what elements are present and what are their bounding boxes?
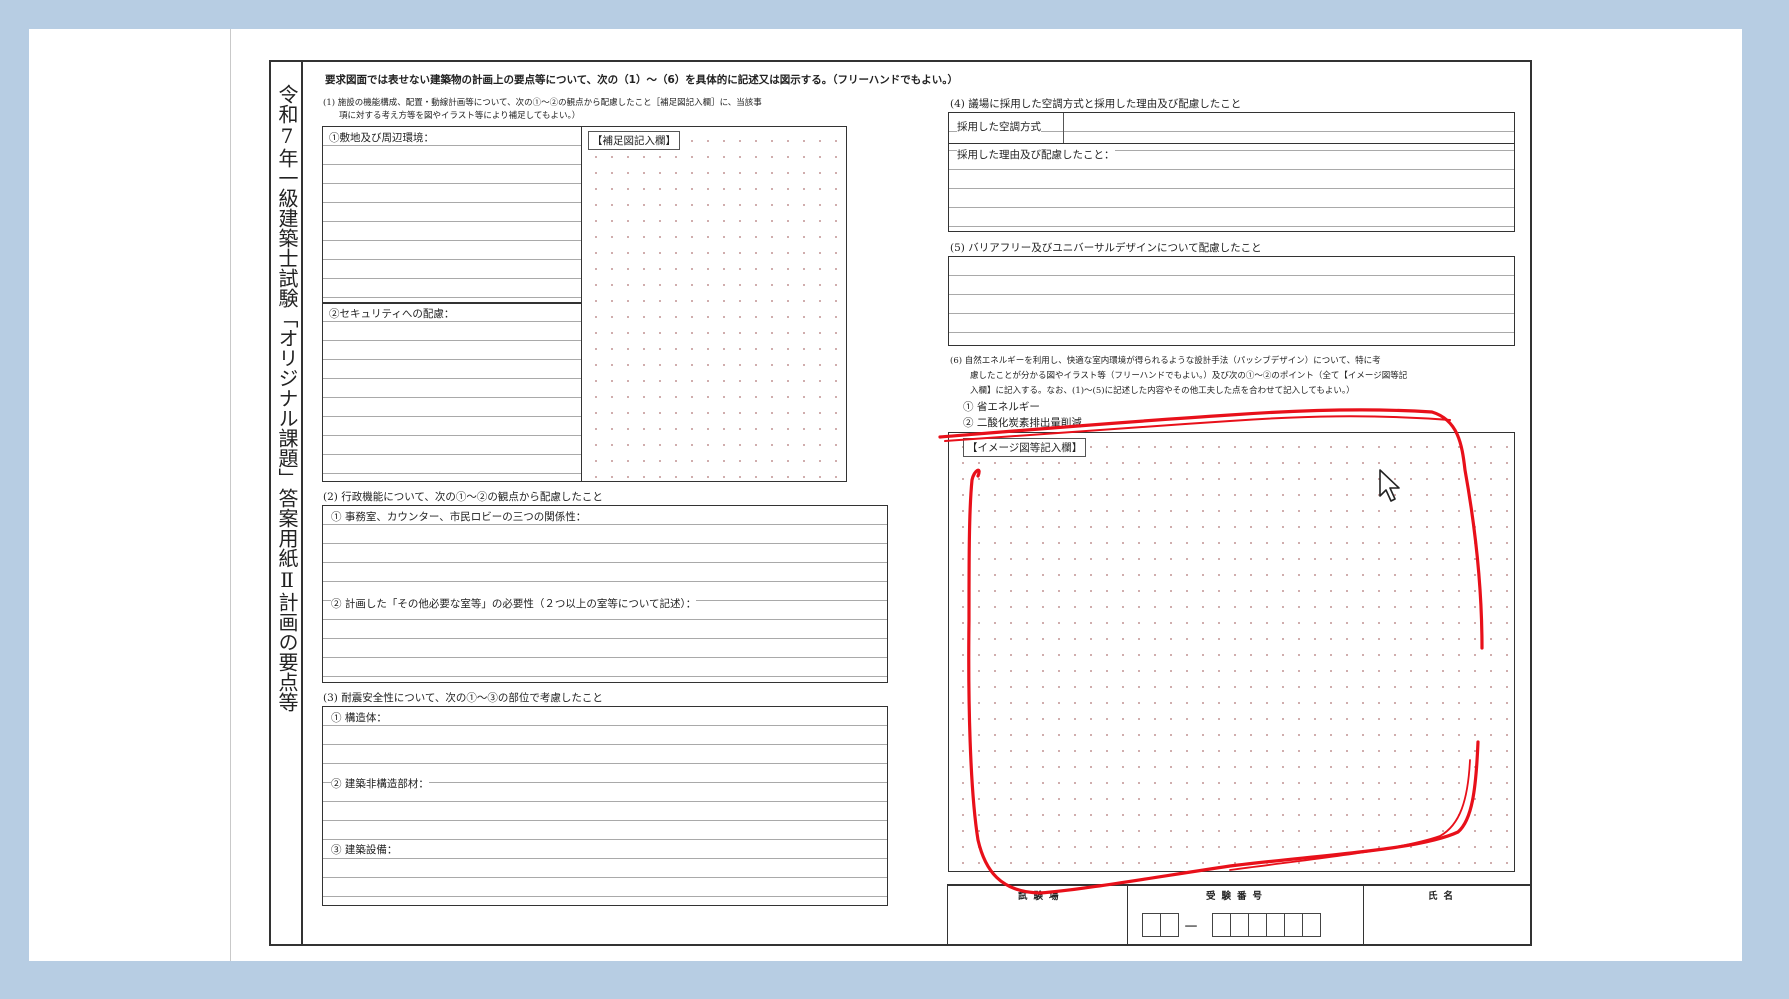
mouse-cursor-icon [1379,469,1400,502]
red-freehand-annotation [938,408,1484,895]
annotation-stroke [967,468,1480,895]
annotation-stroke [938,408,1484,650]
annotation-stroke [944,415,1451,442]
annotation-stroke [1229,759,1471,871]
